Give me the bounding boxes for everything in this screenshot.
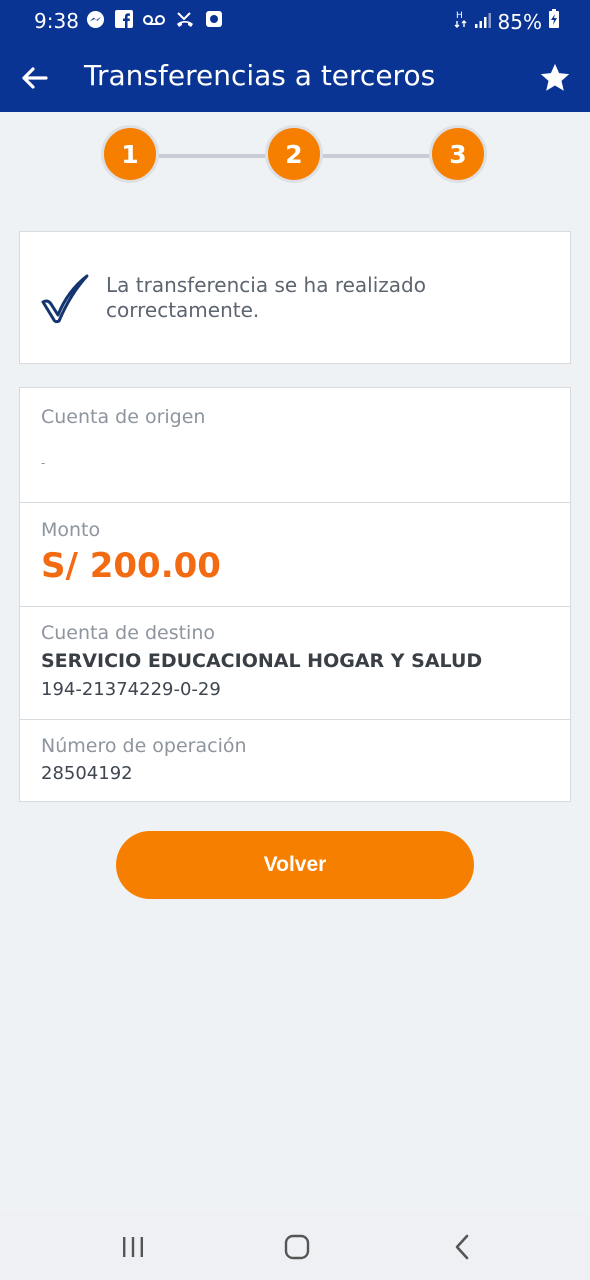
destination-label: Cuenta de destino xyxy=(41,622,216,644)
home-icon[interactable] xyxy=(281,1232,313,1262)
success-message: La transferencia se ha realizado correct… xyxy=(106,273,426,322)
voicemail-icon xyxy=(143,12,165,31)
amount-value: S/ 200.00 xyxy=(41,546,221,586)
step-connector xyxy=(322,154,432,158)
back-icon[interactable] xyxy=(447,1232,479,1262)
missed-call-icon xyxy=(175,9,195,33)
step-1: 1 xyxy=(101,125,159,183)
status-bar: 9:38 H 85% xyxy=(0,0,590,44)
back-button[interactable] xyxy=(18,60,52,96)
app-bar: Transferencias a terceros xyxy=(0,44,590,112)
svg-text:H: H xyxy=(456,11,463,21)
facebook-icon xyxy=(115,10,133,32)
operation-section: Número de operación 28504192 xyxy=(20,719,570,803)
battery-percent: 85% xyxy=(497,9,542,34)
status-time: 9:38 xyxy=(34,9,79,33)
messenger-icon xyxy=(86,10,105,33)
step-2: 2 xyxy=(265,125,323,183)
star-icon xyxy=(540,63,570,91)
checkmark-icon xyxy=(40,272,90,324)
step-connector xyxy=(158,154,268,158)
amount-label: Monto xyxy=(41,519,101,541)
destination-name: SERVICIO EDUCACIONAL HOGAR Y SALUD xyxy=(41,650,483,672)
origin-value: - xyxy=(41,456,46,470)
destination-account: 194-21374229-0-29 xyxy=(41,679,221,700)
amount-section: Monto S/ 200.00 xyxy=(20,502,570,607)
page-title: Transferencias a terceros xyxy=(84,59,436,92)
origin-label: Cuenta de origen xyxy=(41,406,206,428)
origin-section: Cuenta de origen - xyxy=(20,388,570,503)
progress-stepper: 1 2 3 xyxy=(0,112,590,202)
recent-apps-icon[interactable] xyxy=(117,1232,149,1262)
notification-icons xyxy=(86,10,223,32)
destination-section: Cuenta de destino SERVICIO EDUCACIONAL H… xyxy=(20,606,570,720)
app-notification-icon xyxy=(205,10,223,32)
success-card: La transferencia se ha realizado correct… xyxy=(19,231,571,364)
signal-icon xyxy=(474,10,492,34)
transfer-details: Cuenta de origen - Monto S/ 200.00 Cuent… xyxy=(19,387,571,802)
favorite-button[interactable] xyxy=(538,61,572,95)
operation-label: Número de operación xyxy=(41,735,247,757)
operation-number: 28504192 xyxy=(41,763,133,784)
status-right: H 85% xyxy=(454,9,560,34)
battery-charging-icon xyxy=(548,9,560,34)
step-3: 3 xyxy=(429,125,487,183)
volver-button[interactable]: Volver xyxy=(116,831,474,899)
system-nav-bar xyxy=(0,1212,590,1280)
network-h-icon: H xyxy=(454,9,468,34)
arrow-left-icon xyxy=(22,67,48,89)
